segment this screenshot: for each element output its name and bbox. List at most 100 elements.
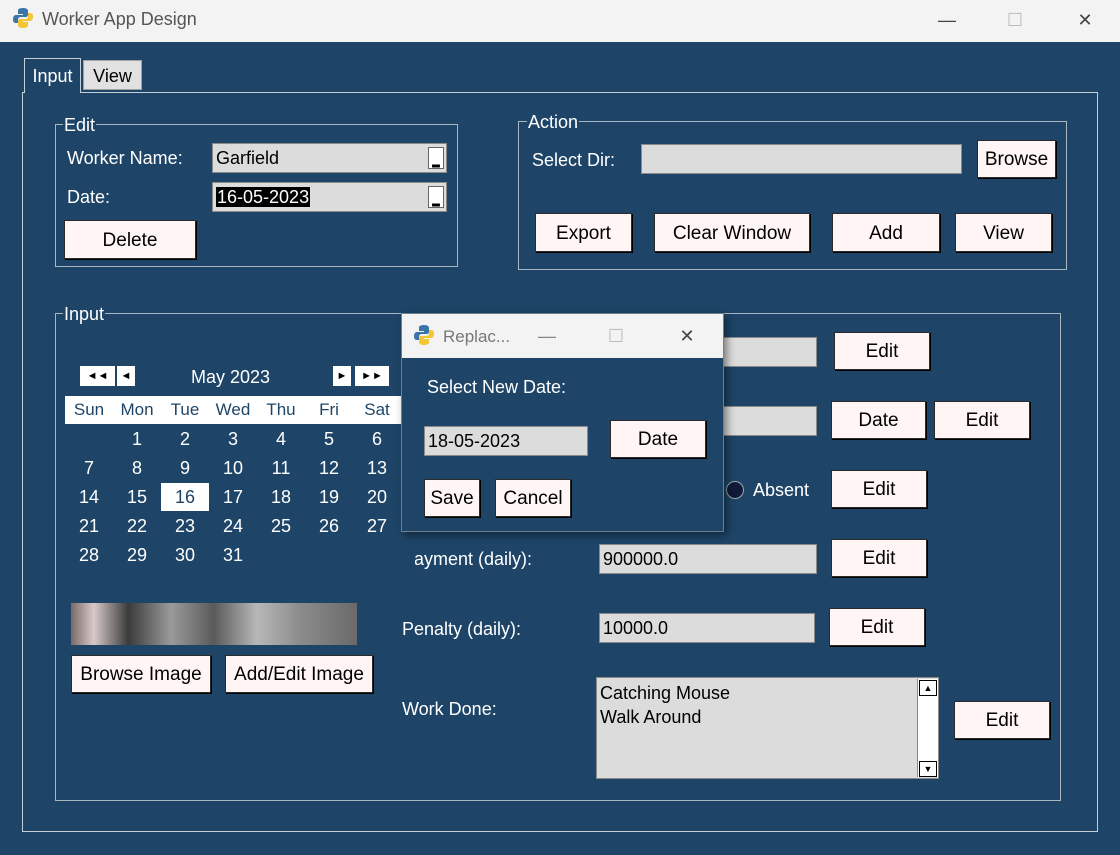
edit-button-row3[interactable]: Edit	[831, 470, 927, 508]
edit-button-row1[interactable]: Edit	[834, 332, 930, 370]
calendar-month-label: May 2023	[191, 367, 271, 387]
add-edit-image-button[interactable]: Add/Edit Image	[225, 655, 373, 693]
scroll-up-icon[interactable]: ▲	[919, 680, 937, 696]
absent-radio[interactable]	[726, 481, 744, 499]
calendar-day[interactable]: 14	[65, 483, 113, 511]
dialog-close-button[interactable]: ✕	[665, 322, 709, 350]
calendar-day[interactable]: 18	[257, 483, 305, 511]
input-legend: Input	[63, 304, 106, 324]
edit-button-row2[interactable]: Edit	[934, 401, 1030, 439]
penalty-input[interactable]: 10000.0	[599, 613, 815, 643]
dialog-titlebar: Replac... — ☐ ✕	[402, 314, 723, 358]
calendar-day[interactable]: 26	[305, 512, 353, 540]
payment-label: Payment (daily):	[402, 549, 533, 569]
view-button[interactable]: View	[955, 213, 1052, 252]
worker-image	[71, 603, 357, 645]
calendar-day[interactable]: 5	[305, 425, 353, 453]
action-legend: Action	[527, 112, 580, 132]
dialog-minimize-button[interactable]: —	[525, 322, 569, 350]
worker-name-combobox[interactable]: Garfield ▂	[212, 143, 447, 173]
delete-button[interactable]: Delete	[64, 220, 196, 259]
calendar-day[interactable]: 30	[161, 541, 209, 569]
prev-year-button[interactable]: ◄◄	[80, 366, 115, 386]
browse-button[interactable]: Browse	[977, 140, 1056, 178]
edit-button-work-done[interactable]: Edit	[954, 701, 1050, 739]
calendar-day[interactable]: 20	[353, 483, 401, 511]
calendar-weekday: Fri	[319, 400, 339, 419]
dialog-prompt: Select New Date:	[427, 377, 567, 397]
calendar-weekday: Tue	[170, 400, 200, 419]
calendar-day[interactable]: 12	[305, 454, 353, 482]
calendar-day[interactable]: 1	[113, 425, 161, 453]
absent-label: Absent	[753, 480, 810, 500]
replace-date-dialog: Replac... — ☐ ✕ Select New Date: 18-05-2…	[401, 313, 724, 532]
calendar-day[interactable]: 24	[209, 512, 257, 540]
calendar-weekday: Mon	[120, 400, 154, 419]
tab-view[interactable]: View	[83, 60, 142, 90]
edit-button-penalty[interactable]: Edit	[829, 608, 925, 646]
chevron-down-icon[interactable]: ▂	[428, 147, 444, 169]
worker-name-value: Garfield	[216, 148, 280, 168]
select-dir-label: Select Dir:	[532, 150, 616, 170]
calendar-day[interactable]: 28	[65, 541, 113, 569]
chevron-down-icon[interactable]: ▂	[428, 186, 444, 208]
calendar-day[interactable]: 6	[353, 425, 401, 453]
date-picker-button[interactable]: Date	[831, 401, 926, 439]
scroll-down-icon[interactable]: ▼	[919, 761, 937, 777]
dialog-date-input[interactable]: 18-05-2023	[424, 426, 588, 456]
export-button[interactable]: Export	[535, 213, 632, 252]
calendar-day[interactable]: 22	[113, 512, 161, 540]
calendar-day[interactable]: 17	[209, 483, 257, 511]
calendar-day[interactable]: 8	[113, 454, 161, 482]
add-button[interactable]: Add	[832, 213, 940, 252]
calendar-weekday: Sat	[364, 400, 390, 419]
date-combobox[interactable]: 16-05-2023 ▂	[212, 182, 447, 212]
work-done-textarea[interactable]: Catching Mouse Walk Around	[596, 677, 939, 779]
calendar-day[interactable]: 9	[161, 454, 209, 482]
minimize-button[interactable]: —	[925, 6, 969, 34]
dialog-title: Replac...	[443, 327, 511, 346]
calendar-weekday: Sun	[73, 400, 105, 419]
calendar-day[interactable]: 11	[257, 454, 305, 482]
calendar-day[interactable]: 27	[353, 512, 401, 540]
work-done-label: Work Done:	[402, 699, 497, 719]
maximize-button[interactable]: ☐	[993, 6, 1037, 34]
worker-name-label: Worker Name:	[67, 148, 183, 168]
prev-month-button[interactable]: ◄	[117, 366, 135, 386]
calendar-day[interactable]: 25	[257, 512, 305, 540]
calendar-day[interactable]: 16	[161, 483, 209, 511]
calendar-weekday: Thu	[266, 400, 296, 419]
calendar-day[interactable]: 10	[209, 454, 257, 482]
calendar-day[interactable]: 21	[65, 512, 113, 540]
calendar-day[interactable]: 31	[209, 541, 257, 569]
clear-window-button[interactable]: Clear Window	[654, 213, 810, 252]
calendar-day[interactable]: 23	[161, 512, 209, 540]
next-year-button[interactable]: ►►	[355, 366, 389, 386]
calendar-day[interactable]: 19	[305, 483, 353, 511]
browse-image-button[interactable]: Browse Image	[71, 655, 211, 693]
penalty-label: Penalty (daily):	[402, 619, 522, 639]
dialog-cancel-button[interactable]: Cancel	[495, 479, 571, 517]
date-label: Date:	[67, 187, 111, 207]
calendar-day[interactable]: 29	[113, 541, 161, 569]
edit-button-payment[interactable]: Edit	[831, 539, 927, 577]
calendar-day[interactable]: 4	[257, 425, 305, 453]
calendar-day[interactable]: 7	[65, 454, 113, 482]
payment-input[interactable]: 900000.0	[599, 544, 817, 574]
dialog-date-button[interactable]: Date	[610, 420, 706, 458]
select-dir-input[interactable]	[641, 144, 962, 174]
edit-legend: Edit	[63, 115, 97, 135]
work-done-scrollbar[interactable]: ▲ ▼	[917, 679, 938, 777]
dialog-maximize-button[interactable]: ☐	[594, 322, 638, 350]
close-button[interactable]: ✕	[1063, 6, 1107, 34]
next-month-button[interactable]: ►	[333, 366, 351, 386]
calendar-day[interactable]: 13	[353, 454, 401, 482]
calendar-day[interactable]: 15	[113, 483, 161, 511]
calendar-day[interactable]: 3	[209, 425, 257, 453]
dialog-save-button[interactable]: Save	[424, 479, 480, 517]
date-value: 16-05-2023	[216, 187, 311, 207]
window-title: Worker App Design	[42, 9, 197, 29]
calendar-day[interactable]: 2	[161, 425, 209, 453]
python-logo-icon	[13, 8, 33, 28]
tab-input[interactable]: Input	[24, 58, 81, 93]
